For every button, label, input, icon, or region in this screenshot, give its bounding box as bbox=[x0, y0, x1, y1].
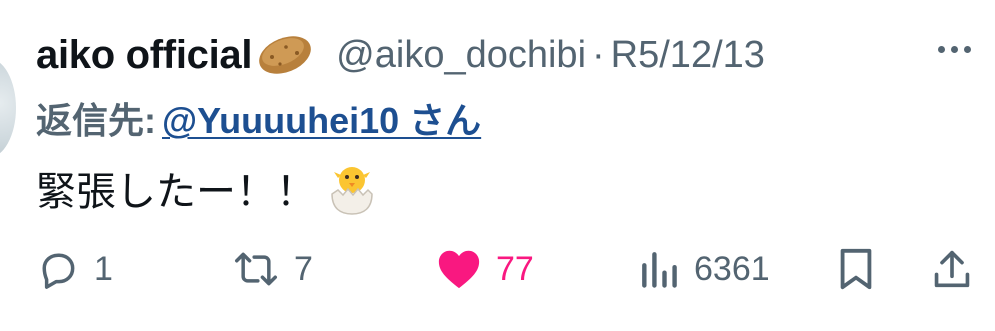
reply-button[interactable]: 1 bbox=[36, 244, 113, 294]
bookmark-button[interactable] bbox=[836, 244, 876, 294]
views-chart-icon bbox=[642, 252, 677, 288]
display-name[interactable]: aiko official bbox=[36, 33, 252, 78]
more-options-icon[interactable] bbox=[938, 46, 971, 53]
views-button[interactable]: 6361 bbox=[638, 244, 770, 294]
like-button[interactable]: 77 bbox=[436, 244, 534, 294]
reply-icon bbox=[42, 253, 75, 289]
tweet-header: aiko official @aiko_dochibi · R5/12/13 bbox=[36, 30, 765, 80]
heart-icon bbox=[438, 250, 480, 289]
like-count: 77 bbox=[496, 249, 534, 288]
separator-dot: · bbox=[592, 33, 605, 76]
reply-to-line: 返信先: @Yuuuuhei10 さん bbox=[36, 92, 481, 144]
tweet-text-content: 緊張したー！！ bbox=[36, 170, 316, 214]
potato-icon bbox=[259, 36, 312, 74]
user-handle[interactable]: @aiko_dochibi bbox=[336, 34, 586, 77]
reply-to-link[interactable]: @Yuuuuhei10 さん bbox=[162, 100, 481, 141]
avatar[interactable] bbox=[0, 58, 16, 158]
retweet-count: 7 bbox=[294, 249, 313, 288]
share-button[interactable] bbox=[932, 244, 972, 294]
hatching-chick-icon bbox=[331, 167, 373, 215]
views-count: 6361 bbox=[694, 249, 770, 288]
tweet-text: 緊張したー！！ bbox=[36, 158, 382, 218]
tweet: aiko official @aiko_dochibi · R5/12/13 返… bbox=[0, 0, 995, 331]
share-icon bbox=[934, 250, 970, 288]
action-bar: 1 7 77 6361 bbox=[36, 244, 976, 294]
tweet-date[interactable]: R5/12/13 bbox=[611, 34, 765, 77]
retweet-button[interactable]: 7 bbox=[232, 244, 313, 294]
bookmark-icon bbox=[840, 248, 872, 290]
reply-prefix: 返信先: bbox=[36, 100, 156, 141]
reply-count: 1 bbox=[94, 249, 113, 288]
retweet-icon bbox=[235, 252, 277, 286]
